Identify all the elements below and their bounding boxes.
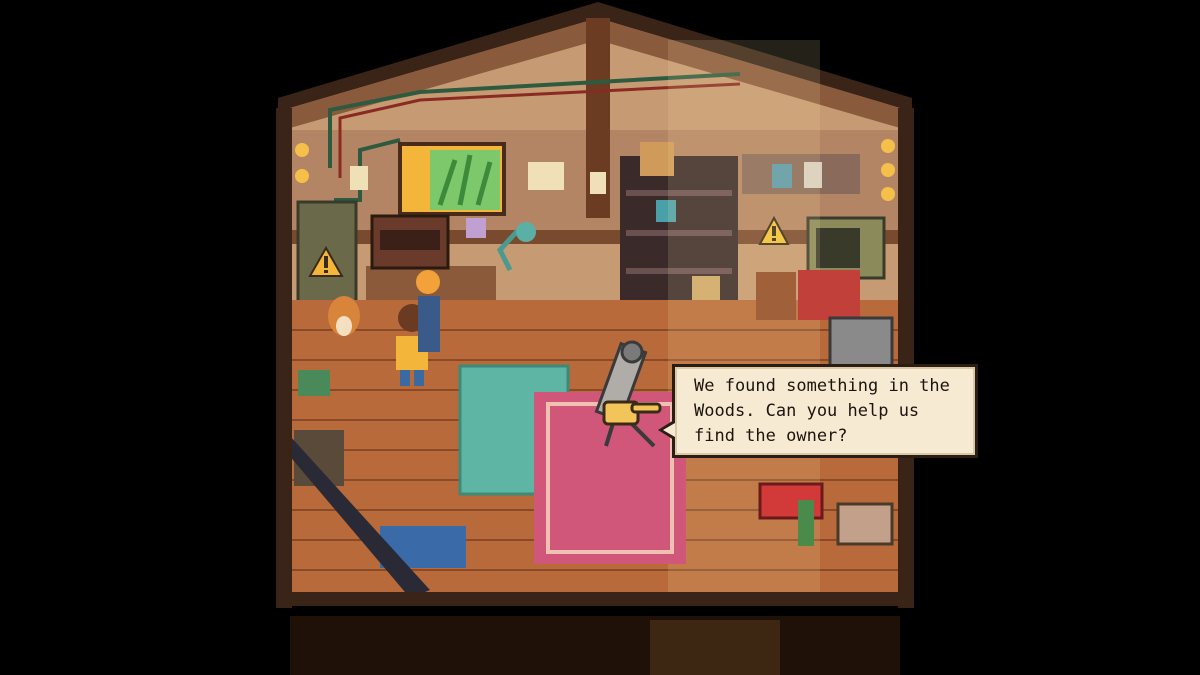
- books: [298, 370, 330, 396]
- red-cabinet: [798, 270, 860, 320]
- bottle: [798, 500, 814, 546]
- right-wall: [898, 108, 914, 608]
- dialog-box[interactable]: We found something in the Woods. Can you…: [658, 364, 978, 458]
- game-scene: [276, 2, 914, 675]
- left-wall: [276, 108, 292, 608]
- small-radio: [836, 502, 894, 546]
- dialog-text: We found something in the Woods. Can you…: [694, 376, 950, 446]
- crate: [756, 272, 796, 320]
- microwave-small: [828, 316, 894, 368]
- wall-note: [528, 162, 564, 190]
- corgi-dog-icon: [328, 296, 360, 336]
- floor-edge: [276, 592, 914, 606]
- reflection: [290, 616, 900, 675]
- character-kid-cap: [416, 270, 440, 352]
